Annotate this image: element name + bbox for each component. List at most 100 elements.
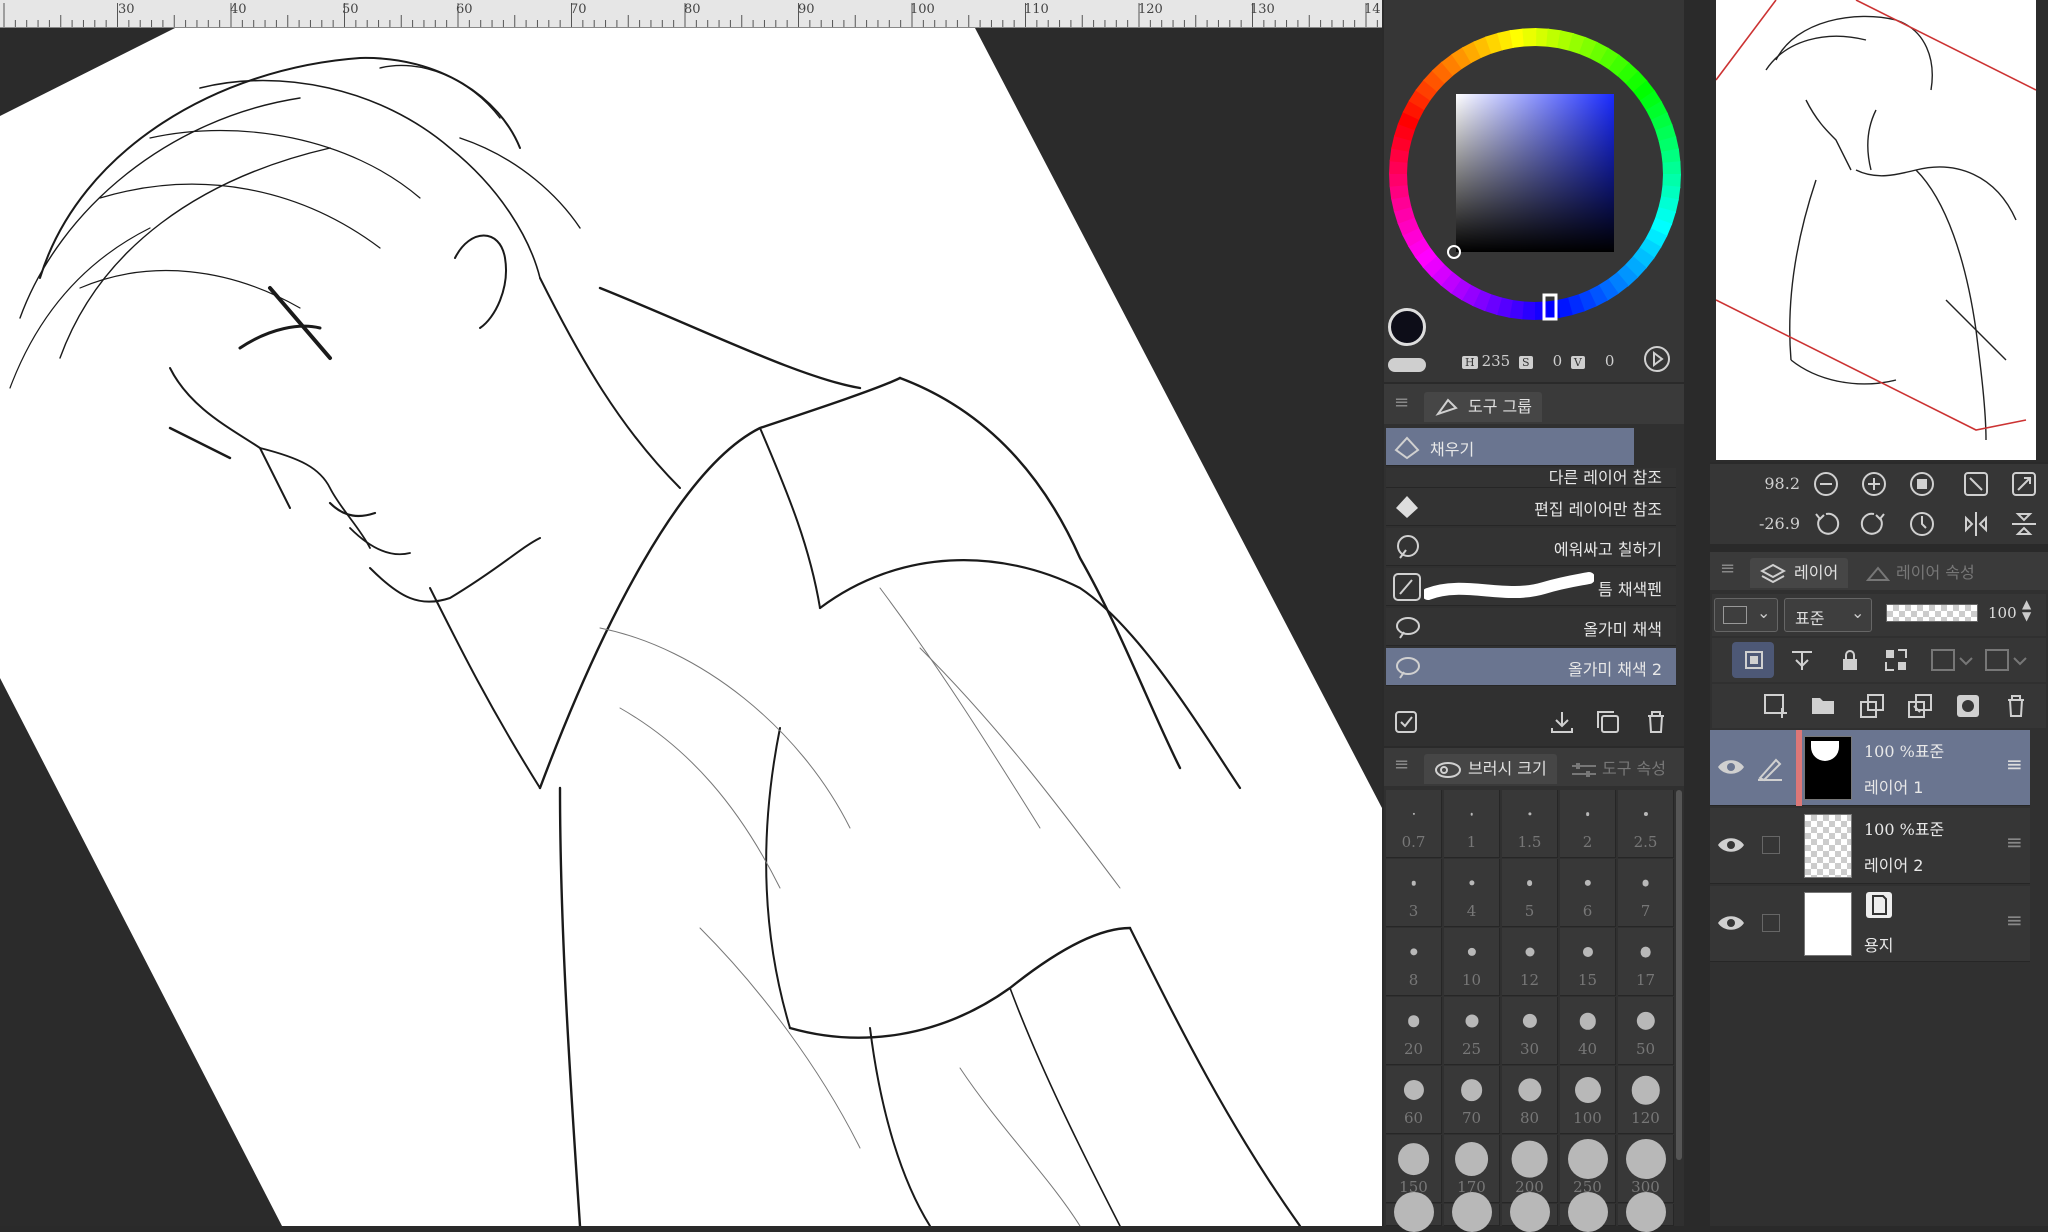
- brush-size-cell[interactable]: 40: [1560, 997, 1616, 1065]
- brush-size-cell[interactable]: 70: [1444, 1066, 1500, 1134]
- brush-size-cell[interactable]: 1.5: [1502, 790, 1558, 858]
- brush-size-cell[interactable]: 7: [1618, 859, 1674, 927]
- main-color-swatch[interactable]: [1388, 308, 1426, 346]
- color-wheel[interactable]: [1384, 0, 1684, 382]
- brush-size-cell[interactable]: 5: [1502, 859, 1558, 927]
- panel-menu-icon[interactable]: ≡: [1394, 754, 1409, 775]
- zoom-out-icon[interactable]: [1812, 470, 1840, 498]
- brush-size-cell[interactable]: 2: [1560, 790, 1616, 858]
- new-raster-layer-icon[interactable]: [1762, 692, 1790, 720]
- reference-layer-button[interactable]: [1732, 642, 1774, 678]
- brush-size-cell[interactable]: 8: [1386, 928, 1442, 996]
- color-play-icon[interactable]: [1642, 344, 1672, 374]
- layer-select-checkbox[interactable]: [1762, 914, 1780, 932]
- clip-layer-icon[interactable]: [1930, 646, 1974, 674]
- v-value[interactable]: 0: [1605, 352, 1615, 370]
- actual-size-icon[interactable]: [1908, 470, 1936, 498]
- flip-vertical-icon[interactable]: [2010, 510, 2038, 538]
- merge-down-icon[interactable]: [1906, 692, 1934, 720]
- transparent-color-swatch[interactable]: [1388, 358, 1426, 372]
- brush-size-cell[interactable]: 12: [1502, 928, 1558, 996]
- layer-color-dropdown[interactable]: ⌄: [1714, 598, 1778, 632]
- copy-layer-icon[interactable]: [1858, 692, 1886, 720]
- blend-mode-dropdown[interactable]: 표준 ⌄: [1784, 598, 1872, 632]
- eye-icon[interactable]: [1716, 754, 1746, 780]
- tool-item-gap-fill-pen[interactable]: 틈 채색펜: [1386, 568, 1676, 606]
- fit-to-window-icon[interactable]: [1962, 470, 1990, 498]
- layer-menu-icon[interactable]: ≡: [2006, 830, 2023, 854]
- tool-item-lasso-fill-2[interactable]: 올가미 채색 2: [1386, 648, 1676, 686]
- layer-mask-icon[interactable]: [1954, 692, 1982, 720]
- brush-size-cell[interactable]: 60: [1386, 1066, 1442, 1134]
- eye-icon[interactable]: [1716, 832, 1746, 858]
- tab-tool-group[interactable]: 도구 그룹: [1424, 392, 1542, 422]
- tab-brush-size[interactable]: 브러시 크기: [1424, 754, 1557, 784]
- tab-layer-property[interactable]: 레이어 속성: [1854, 558, 1985, 588]
- tab-layer[interactable]: 레이어: [1750, 558, 1849, 588]
- brush-size-cell[interactable]: 20: [1386, 997, 1442, 1065]
- brush-size-cell[interactable]: 0.7: [1386, 790, 1442, 858]
- trash-icon[interactable]: [1642, 708, 1670, 736]
- brush-size-cell[interactable]: 2.5: [1618, 790, 1674, 858]
- brush-size-cell[interactable]: 6: [1560, 859, 1616, 927]
- mask-options-icon[interactable]: [1984, 646, 2028, 674]
- brush-size-cell[interactable]: [1444, 1191, 1500, 1232]
- panel-menu-icon[interactable]: ≡: [1394, 392, 1409, 413]
- layer-row-paper[interactable]: 용지 ≡: [1710, 886, 2030, 962]
- brush-size-cell[interactable]: 15: [1560, 928, 1616, 996]
- layer-menu-icon[interactable]: ≡: [2006, 752, 2023, 776]
- tool-item-lasso-fill[interactable]: 올가미 채색: [1386, 608, 1676, 646]
- s-value[interactable]: 0: [1553, 352, 1563, 370]
- tool-settings-icon[interactable]: [1392, 708, 1420, 736]
- tool-item-enclose-fill[interactable]: 에워싸고 칠하기: [1386, 528, 1676, 566]
- reset-rotation-icon[interactable]: [1908, 510, 1936, 538]
- rotation-value[interactable]: -26.9: [1750, 514, 1800, 533]
- opacity-slider[interactable]: [1886, 604, 1978, 622]
- layer-row-1[interactable]: 100 %표준 레이어 1 ≡: [1710, 730, 2030, 806]
- flip-horizontal-icon[interactable]: [1962, 510, 1990, 538]
- eye-icon[interactable]: [1716, 910, 1746, 936]
- duplicate-icon[interactable]: [1594, 708, 1622, 736]
- lock-transparent-icon[interactable]: [1882, 646, 1910, 674]
- brush-size-cell[interactable]: 3: [1386, 859, 1442, 927]
- layer-select-checkbox[interactable]: [1762, 836, 1780, 854]
- brush-size-cell[interactable]: [1502, 1191, 1558, 1232]
- brush-size-cell[interactable]: 30: [1502, 997, 1558, 1065]
- draft-layer-icon[interactable]: [1788, 646, 1816, 674]
- new-folder-icon[interactable]: [1810, 692, 1838, 720]
- tool-item-refer-editing[interactable]: 편집 레이어만 참조: [1386, 488, 1676, 526]
- brush-panel-scrollbar[interactable]: [1676, 790, 1682, 1160]
- canvas-area[interactable]: 30 40 50 60 70 80 90 100 110 120 130 14: [0, 0, 1382, 1226]
- h-value[interactable]: 235: [1482, 352, 1511, 370]
- rotate-left-icon[interactable]: [1812, 510, 1840, 538]
- layer-row-2[interactable]: 100 %표준 레이어 2 ≡: [1710, 808, 2030, 884]
- layer-menu-icon[interactable]: ≡: [2006, 908, 2023, 932]
- delete-layer-icon[interactable]: [2002, 692, 2030, 720]
- import-icon[interactable]: [1548, 708, 1576, 736]
- brush-size-cell[interactable]: 4: [1444, 859, 1500, 927]
- tool-item-refer-other[interactable]: 다른 레이어 참조: [1386, 468, 1676, 488]
- tool-item-fill[interactable]: 채우기: [1386, 428, 1634, 466]
- tab-tool-property[interactable]: 도구 속성: [1562, 754, 1676, 784]
- brush-size-cell[interactable]: 80: [1502, 1066, 1558, 1134]
- brush-size-cell[interactable]: 50: [1618, 997, 1674, 1065]
- brush-size-cell[interactable]: 10: [1444, 928, 1500, 996]
- brush-size-cell[interactable]: 17: [1618, 928, 1674, 996]
- opacity-value[interactable]: 100: [1988, 604, 2017, 622]
- brush-size-cell[interactable]: [1386, 1191, 1442, 1232]
- zoom-value[interactable]: 98.2: [1750, 474, 1800, 493]
- zoom-in-icon[interactable]: [1860, 470, 1888, 498]
- brush-size-cell[interactable]: [1560, 1191, 1616, 1232]
- rotate-right-icon[interactable]: [1860, 510, 1888, 538]
- panel-menu-icon[interactable]: ≡: [1720, 558, 1735, 579]
- lock-icon[interactable]: [1836, 646, 1864, 674]
- drawing-canvas[interactable]: [0, 28, 1382, 1226]
- brush-size-cell[interactable]: 120: [1618, 1066, 1674, 1134]
- opacity-stepper-icon[interactable]: ▲ ▼: [2022, 598, 2031, 622]
- brush-size-cell[interactable]: 25: [1444, 997, 1500, 1065]
- fit-navigator-icon[interactable]: [2010, 470, 2038, 498]
- navigator-preview[interactable]: [1716, 0, 2036, 460]
- brush-size-cell[interactable]: 100: [1560, 1066, 1616, 1134]
- brush-size-cell[interactable]: [1618, 1191, 1674, 1232]
- brush-size-cell[interactable]: 1: [1444, 790, 1500, 858]
